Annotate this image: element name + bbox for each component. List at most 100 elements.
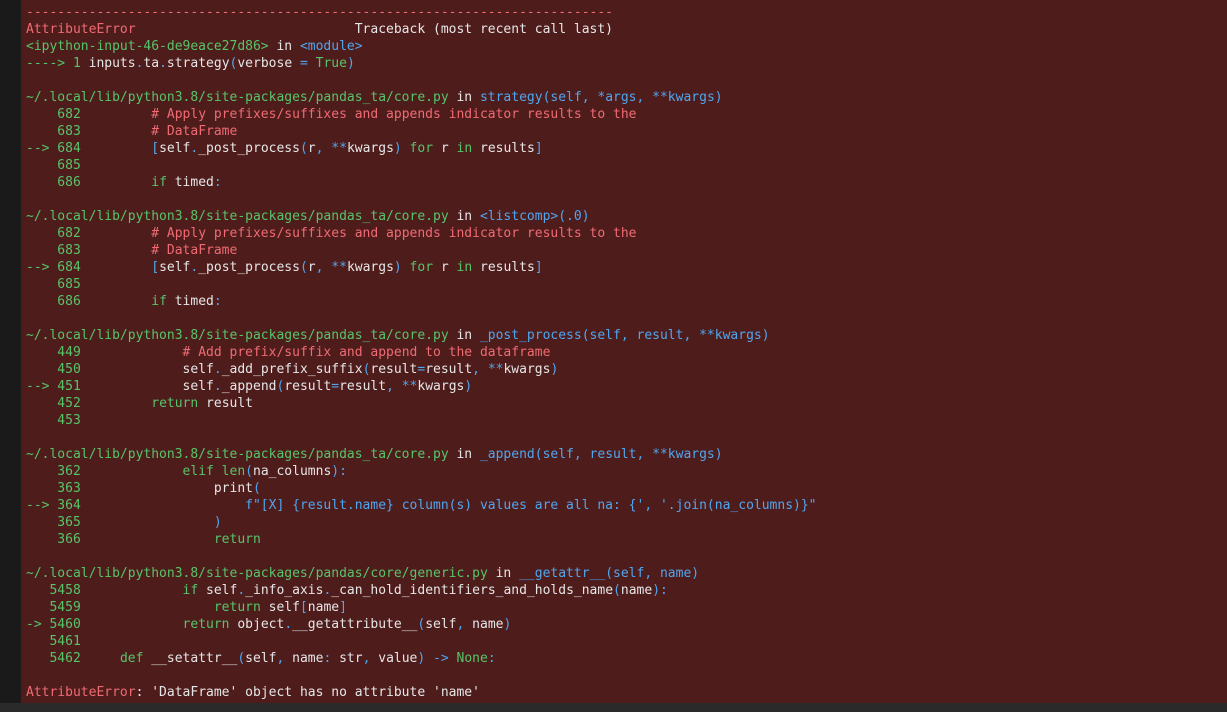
code-token: ):: [331, 464, 347, 479]
code-token: ):: [652, 583, 668, 598]
code-token: self: [425, 617, 457, 632]
traceback-line: <ipython-input-46-de9eace27d86> in <modu…: [26, 38, 817, 55]
traceback-line: 686 if timed:: [26, 293, 817, 310]
code-token: value: [378, 651, 418, 666]
code-token: timed: [166, 294, 214, 309]
code-token: (self, *args, **kwargs): [542, 90, 723, 105]
code-token: True: [307, 56, 347, 71]
traceback-output: ----------------------------------------…: [21, 0, 1227, 703]
code-token: self: [260, 600, 300, 615]
code-token: 683: [26, 124, 81, 139]
code-token: .: [237, 583, 246, 598]
code-token: 5458: [26, 583, 81, 598]
traceback-line: 5459 return self[name]: [26, 599, 817, 616]
code-token: self: [198, 583, 238, 598]
code-token: inputs: [88, 56, 136, 71]
code-token: 366: [26, 532, 81, 547]
code-token: return: [213, 532, 261, 547]
code-token: **: [331, 141, 347, 156]
traceback-line: ----------------------------------------…: [26, 4, 817, 21]
code-token: 685: [26, 277, 81, 292]
code-token: ): [346, 56, 355, 71]
code-token: in: [448, 90, 480, 105]
code-token: (: [613, 583, 621, 598]
code-token: ~/.local/lib/python3.8/site-packages/pan…: [26, 328, 449, 343]
code-token: kwargs: [346, 260, 394, 275]
code-token: r: [307, 260, 316, 275]
bottom-scrollbar[interactable]: [0, 703, 1227, 712]
code-token: --> 684: [26, 260, 81, 275]
code-token: (self, result, **kwargs): [534, 447, 723, 462]
code-token: if: [151, 294, 167, 309]
code-token: r: [433, 141, 457, 156]
code-token: if: [182, 583, 199, 598]
code-token: _append: [221, 379, 277, 394]
code-token: [: [151, 260, 160, 275]
code-token: :: [213, 175, 222, 190]
code-token: object: [229, 617, 285, 632]
traceback-line: 365 ): [26, 514, 817, 531]
code-token: 686: [26, 294, 81, 309]
traceback-line: AttributeError: 'DataFrame' object has n…: [26, 684, 817, 701]
code-token: (: [299, 141, 308, 156]
code-token: 362: [26, 464, 81, 479]
traceback-line: 452 return result: [26, 395, 817, 412]
traceback-line: 5461: [26, 633, 817, 650]
code-token: ): [393, 260, 402, 275]
code-token: ): [550, 362, 559, 377]
code-token: --> 684: [26, 141, 81, 156]
code-token: # Add prefix/suffix and append to the da…: [80, 345, 551, 360]
code-token: result: [370, 362, 418, 377]
code-token: AttributeError: [26, 685, 136, 700]
code-token: , **: [472, 362, 504, 377]
code-token: result: [425, 362, 473, 377]
code-token: 365: [26, 515, 81, 530]
traceback-line: AttributeError Traceback (most recent ca…: [26, 21, 817, 38]
code-token: ): [503, 617, 512, 632]
code-token: =: [299, 56, 308, 71]
code-token: ]: [339, 600, 347, 615]
code-token: :: [323, 651, 340, 666]
code-token: ->: [425, 651, 457, 666]
code-token: # Apply prefixes/suffixes and appends in…: [80, 107, 637, 122]
code-token: in: [456, 260, 473, 275]
code-token: ~/.local/lib/python3.8/site-packages/pan…: [26, 566, 488, 581]
code-token: 682: [26, 107, 81, 122]
code-token: None: [456, 651, 488, 666]
traceback-lines: ----------------------------------------…: [26, 4, 817, 701]
traceback-line: ~/.local/lib/python3.8/site-packages/pan…: [26, 327, 817, 344]
traceback-line: 683 # DataFrame: [26, 242, 817, 259]
code-token: ----------------------------------------…: [26, 5, 613, 20]
code-token: name: [307, 600, 340, 615]
code-token: len: [213, 464, 246, 479]
code-token: 452: [26, 396, 81, 411]
traceback-line: [26, 548, 817, 565]
code-token: in: [448, 447, 480, 462]
code-token: :: [213, 294, 222, 309]
code-token: ,: [315, 260, 332, 275]
code-token: 5462: [26, 651, 81, 666]
code-token: ,: [315, 141, 332, 156]
code-token: f"[X] {result.name} column(s) values are…: [80, 498, 817, 513]
code-token: ): [464, 379, 473, 394]
code-token: _info_axis: [245, 583, 324, 598]
code-token: _can_hold_identifiers_and_holds_name: [331, 583, 614, 598]
code-token: <module>: [299, 39, 363, 54]
code-token: ~/.local/lib/python3.8/site-packages/pan…: [26, 209, 449, 224]
code-token: <listcomp>(.0): [479, 209, 590, 224]
code-token: ]: [534, 260, 543, 275]
cell-gutter: [0, 0, 21, 703]
code-token: results: [472, 260, 535, 275]
code-token: 450: [26, 362, 81, 377]
code-token: 5461: [26, 634, 81, 649]
code-token: result: [284, 379, 332, 394]
code-token: <ipython-input-46-de9eace27d86>: [26, 39, 269, 54]
code-token: (self, name): [605, 566, 700, 581]
